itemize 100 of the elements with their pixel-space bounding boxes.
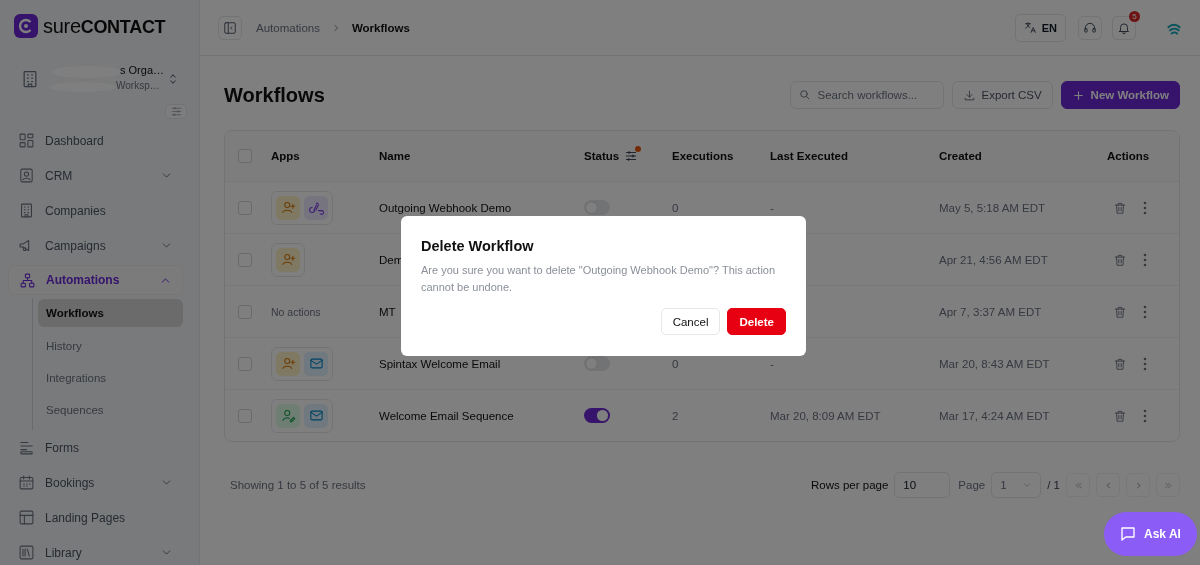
column-header: Status	[584, 150, 620, 162]
column-header: Apps	[271, 150, 300, 162]
delete-button[interactable]: Delete	[727, 308, 786, 335]
table-cell: May 5, 5:18 AM EDT	[939, 201, 1046, 214]
download-icon	[962, 88, 976, 102]
first-page-button[interactable]	[1066, 473, 1090, 497]
sidebar-item[interactable]: Bookings	[8, 465, 183, 500]
sidebar-subitem[interactable]: Sequences	[38, 394, 183, 426]
plus-icon	[1071, 88, 1085, 102]
cancel-button[interactable]: Cancel	[660, 308, 721, 335]
translate-icon	[1023, 21, 1037, 34]
table-cell: 0	[672, 357, 679, 370]
column-header: Created	[939, 150, 982, 162]
workflow-name[interactable]: Outgoing Webhook Demo	[379, 201, 512, 214]
more-icon	[1143, 408, 1147, 423]
trash-icon	[1113, 304, 1127, 319]
page-total: / 1	[1047, 479, 1060, 491]
sidebar-subitem[interactable]: History	[38, 330, 183, 362]
breadcrumb-link[interactable]: Automations	[256, 21, 320, 34]
rows-per-page-label: Rows per page	[811, 479, 889, 491]
status-toggle[interactable]	[584, 356, 610, 371]
more-icon	[1143, 200, 1147, 215]
user-plus-icon	[280, 252, 296, 267]
notification-badge: 5	[1129, 10, 1140, 22]
sidebar-item[interactable]: Automations	[8, 265, 183, 295]
calendar-icon	[18, 474, 35, 491]
sidebar-item[interactable]: Dashboard	[8, 123, 183, 158]
ask-ai-button[interactable]: Ask AI	[1104, 512, 1197, 556]
user-edit-icon	[280, 408, 296, 423]
more-button[interactable]	[1143, 200, 1147, 215]
more-button[interactable]	[1143, 408, 1147, 423]
table-cell: 2	[672, 409, 679, 422]
delete-button[interactable]	[1113, 408, 1127, 423]
user-plus-icon	[280, 200, 296, 215]
table-cell: Mar 20, 8:43 AM EDT	[939, 357, 1050, 370]
sidebar-item[interactable]: Campaigns	[8, 228, 183, 263]
language-button[interactable]: EN	[1014, 13, 1066, 42]
rows-per-page-select[interactable]: 10	[894, 472, 951, 498]
dialog-title: Delete Workflow	[421, 238, 535, 254]
chevron-down-icon	[1022, 480, 1033, 490]
page-title: Workflows	[224, 83, 326, 107]
panel-icon	[223, 20, 237, 35]
chat-icon	[1119, 525, 1137, 543]
filter-icon	[624, 149, 639, 163]
workflow-name[interactable]: MT	[379, 305, 396, 318]
new-workflow-button[interactable]: New Workflow	[1060, 81, 1180, 109]
sidebar-item[interactable]: CRM	[8, 158, 183, 193]
trash-icon	[1113, 408, 1127, 423]
sidebar-toggle-button[interactable]	[218, 15, 242, 40]
more-icon	[1143, 252, 1147, 267]
column-header: Last Executed	[770, 150, 848, 162]
more-button[interactable]	[1143, 304, 1147, 319]
export-button[interactable]: Export CSV	[951, 81, 1053, 109]
sidebar-subitem[interactable]: Integrations	[38, 362, 183, 394]
results-summary: Showing 1 to 5 of 5 results	[230, 479, 367, 491]
workspace-type: Worksp…	[116, 80, 160, 91]
delete-button[interactable]	[1113, 252, 1127, 267]
trash-icon	[1113, 356, 1127, 371]
status-toggle[interactable]	[584, 408, 610, 423]
mail-icon	[308, 408, 324, 423]
table-cell: No actions	[271, 305, 321, 318]
sidebar-item[interactable]: Landing Pages	[8, 500, 183, 535]
delete-button[interactable]	[1113, 304, 1127, 319]
trash-icon	[1113, 252, 1127, 267]
sidebar-item[interactable]: Companies	[8, 193, 183, 228]
table-cell: 0	[672, 201, 679, 214]
form-icon	[18, 439, 35, 456]
delete-button[interactable]	[1113, 200, 1127, 215]
sliders-icon	[169, 105, 183, 118]
user-plus-icon	[280, 356, 296, 371]
webhook-icon	[308, 200, 324, 215]
mail-icon	[308, 356, 324, 371]
contact-card-icon	[18, 167, 35, 184]
column-header: Actions	[1107, 150, 1150, 162]
table-cell: Mar 20, 8:09 AM EDT	[770, 409, 881, 422]
table-cell: Mar 17, 4:24 AM EDT	[939, 409, 1050, 422]
page-select[interactable]: 1	[991, 472, 1042, 498]
last-page-button[interactable]	[1156, 473, 1180, 497]
library-icon	[18, 544, 35, 561]
dashboard-icon	[18, 132, 35, 149]
sidebar-item[interactable]: Library	[8, 535, 183, 565]
dialog-message: Are you sure you want to delete "Outgoing Webhook Demo"? This action cannot be undone.	[421, 263, 777, 295]
workspace-name: s Orga…	[120, 64, 164, 76]
table-cell: -	[770, 357, 774, 370]
table-cell: Apr 7, 3:37 AM EDT	[939, 305, 1042, 318]
sidebar-subitem[interactable]: Workflows	[38, 299, 183, 327]
delete-button[interactable]	[1113, 356, 1127, 371]
more-button[interactable]	[1143, 252, 1147, 267]
more-button[interactable]	[1143, 356, 1147, 371]
status-toggle[interactable]	[584, 200, 610, 215]
support-button[interactable]	[1078, 15, 1102, 40]
sidebar-item[interactable]: Forms	[8, 430, 183, 465]
more-icon	[1143, 356, 1147, 371]
column-header: Name	[379, 150, 411, 162]
table-cell: Apr 21, 4:56 AM EDT	[939, 253, 1048, 266]
sidebar-settings-button[interactable]	[165, 104, 187, 119]
workflow-name[interactable]: Spintax Welcome Email	[379, 357, 501, 370]
search-field[interactable]: Search workflows...	[789, 81, 944, 109]
workflow-name[interactable]: Welcome Email Sequence	[379, 409, 514, 422]
logo-icon	[14, 14, 38, 38]
